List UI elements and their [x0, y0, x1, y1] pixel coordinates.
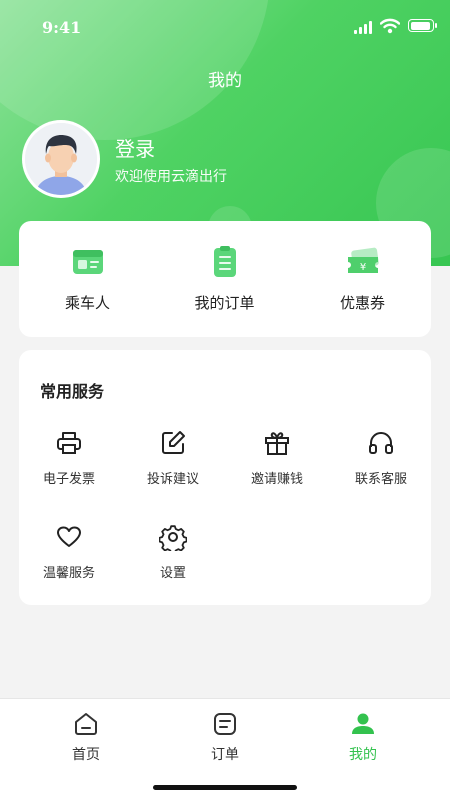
svg-text:¥: ¥: [359, 262, 365, 273]
service-invite[interactable]: 邀请赚钱: [229, 429, 325, 499]
quick-action-label: 乘车人: [64, 294, 110, 312]
cellular-signal-icon: [354, 20, 374, 34]
service-e-invoice[interactable]: 电子发票: [21, 429, 117, 499]
quick-action-passengers[interactable]: 乘车人: [19, 221, 156, 337]
wifi-icon: [380, 18, 400, 34]
tab-label: 首页: [72, 747, 100, 763]
quick-action-coupons[interactable]: ¥ 优惠券: [294, 221, 431, 337]
user-avatar-icon: [25, 123, 97, 195]
service-label: 联系客服: [354, 472, 407, 487]
edit-icon: [162, 431, 185, 454]
login-link[interactable]: 登录: [115, 133, 155, 162]
tab-label: 我的: [349, 747, 377, 763]
gear-icon: [159, 525, 187, 551]
tab-home[interactable]: 首页: [11, 699, 161, 779]
coupon-icon: ¥: [347, 247, 379, 273]
service-label: 温馨服务: [42, 566, 95, 581]
profile-icon: [352, 713, 374, 734]
heart-icon: [57, 526, 81, 547]
status-time: 9:41: [42, 18, 82, 37]
quick-action-my-orders[interactable]: 我的订单: [156, 221, 293, 337]
service-settings[interactable]: 设置: [125, 523, 221, 593]
services-title: 常用服务: [40, 382, 105, 401]
service-label: 投诉建议: [146, 472, 199, 487]
welcome-text: 欢迎使用云滴出行: [115, 169, 227, 185]
home-indicator: [153, 785, 297, 790]
service-customer-support[interactable]: 联系客服: [333, 429, 429, 499]
service-label: 电子发票: [42, 472, 95, 487]
headphones-icon: [369, 432, 393, 454]
clipboard-icon: [213, 246, 236, 277]
quick-action-label: 我的订单: [194, 294, 255, 312]
tab-label: 订单: [211, 747, 239, 763]
home-icon: [75, 713, 97, 735]
service-label: 邀请赚钱: [250, 472, 303, 487]
id-card-icon: [72, 250, 103, 274]
tab-profile[interactable]: 我的: [288, 699, 438, 779]
quick-actions-card: 乘车人 我的订单 ¥ 优惠券: [19, 221, 431, 337]
services-card: 常用服务 电子发票 投诉建议 邀请赚钱 联系客服 温馨服务 设置: [19, 350, 431, 605]
orders-icon: [214, 713, 236, 735]
status-bar: 9:41: [0, 0, 450, 56]
gift-icon: [265, 432, 289, 455]
quick-action-label: 优惠券: [339, 294, 385, 312]
page-title: 我的: [208, 71, 242, 91]
service-complaints[interactable]: 投诉建议: [125, 429, 221, 499]
avatar[interactable]: [22, 120, 100, 198]
battery-icon: [408, 19, 437, 32]
printer-icon: [57, 432, 81, 454]
tab-orders[interactable]: 订单: [150, 699, 300, 779]
service-label: 设置: [159, 566, 186, 581]
service-care[interactable]: 温馨服务: [21, 523, 117, 593]
